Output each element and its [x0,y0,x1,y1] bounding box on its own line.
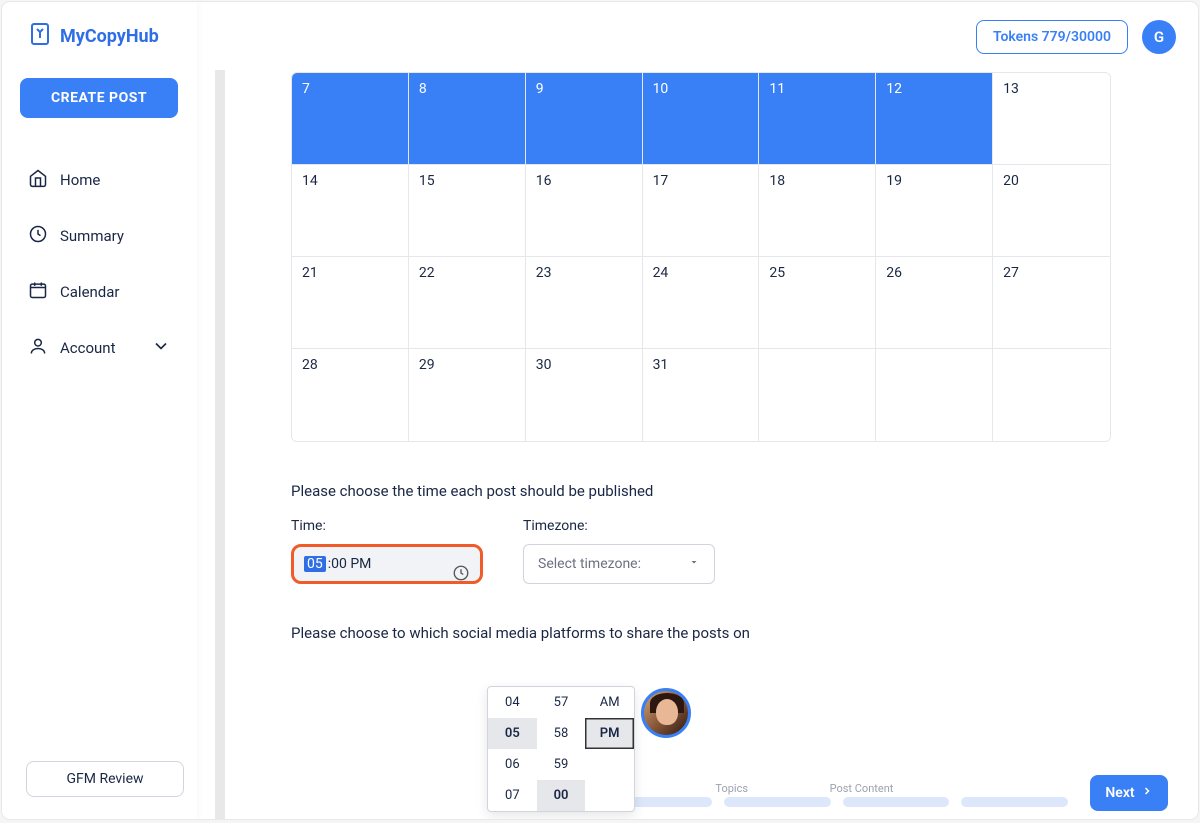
next-button-label: Next [1105,785,1134,801]
step-label [944,782,1058,795]
logo-icon [28,22,52,50]
time-rest: :00 PM [328,556,372,572]
tp-minute[interactable]: 00 [537,780,586,811]
calendar-grid: 78910111213 14151617181920 21222324252627 2… [291,72,1111,442]
calendar-day[interactable] [876,349,993,441]
tp-meridiem [585,749,634,780]
calendar-day[interactable] [993,349,1110,441]
calendar-day[interactable]: 12 [876,73,993,165]
tp-minute[interactable]: 57 [537,687,586,718]
calendar-day[interactable]: 23 [526,257,643,349]
user-avatar-badge[interactable]: G [1142,20,1176,54]
tp-hour[interactable]: 04 [488,687,537,718]
calendar-day[interactable]: 20 [993,165,1110,257]
summary-icon [28,224,48,248]
tp-hour[interactable]: 07 [488,780,537,811]
sidebar-item-label: Calendar [60,283,120,301]
tp-meridiem[interactable]: PM [585,718,634,749]
timezone-label: Timezone: [523,518,715,534]
tp-minute[interactable]: 59 [537,749,586,780]
calendar-day[interactable]: 7 [292,73,409,165]
calendar-day[interactable]: 11 [759,73,876,165]
main-content: 78910111213 14151617181920 21222324252627 2… [197,2,1198,819]
sidebar-item-label: Summary [60,227,124,245]
sidebar-item-summary[interactable]: Summary [20,212,179,260]
chevron-down-icon [151,336,171,360]
scroll-track [215,70,225,819]
step-bar [843,797,950,807]
calendar-day[interactable]: 27 [993,257,1110,349]
step-bar [724,797,831,807]
gfm-review-button[interactable]: GFM Review [26,761,184,797]
chevron-right-icon [1141,785,1153,801]
calendar-day[interactable]: 13 [993,73,1110,165]
caret-down-icon [688,556,700,572]
calendar-day[interactable]: 21 [292,257,409,349]
time-prompt: Please choose the time each post should … [291,482,1158,500]
calendar-day[interactable] [759,349,876,441]
account-icon [28,336,48,360]
calendar-day[interactable]: 26 [876,257,993,349]
tp-meridiem[interactable]: AM [585,687,634,718]
calendar-day[interactable]: 9 [526,73,643,165]
calendar-day[interactable]: 30 [526,349,643,441]
sidebar-item-label: Home [60,171,100,189]
logo[interactable]: MyCopyHub [28,22,179,50]
brand-name: MyCopyHub [60,26,159,47]
next-button[interactable]: Next [1090,775,1168,811]
calendar-day[interactable]: 18 [759,165,876,257]
calendar-day[interactable]: 25 [759,257,876,349]
calendar-day[interactable]: 28 [292,349,409,441]
calendar-icon [28,280,48,304]
calendar-day[interactable]: 17 [643,165,760,257]
calendar-day[interactable]: 29 [409,349,526,441]
calendar-day[interactable]: 24 [643,257,760,349]
calendar-day[interactable]: 14 [292,165,409,257]
calendar-day[interactable]: 16 [526,165,643,257]
calendar-day[interactable]: 22 [409,257,526,349]
time-label: Time: [291,518,483,534]
time-picker-popup: 0457AM 0558PM 06590700 [487,686,635,812]
step-bar [961,797,1068,807]
platform-avatar[interactable] [641,688,691,738]
timezone-placeholder: Select timezone: [538,556,641,572]
create-post-button[interactable]: CREATE POST [20,78,178,118]
sidebar-item-home[interactable]: Home [20,156,179,204]
header-right: Tokens 779/30000 G [976,20,1176,54]
tp-hour[interactable]: 05 [488,718,537,749]
calendar-day[interactable]: 31 [643,349,760,441]
step-label: Topics [715,782,829,795]
time-hour-selected: 05 [304,556,326,572]
platforms-prompt: Please choose to which social media plat… [291,624,1158,642]
tokens-badge[interactable]: Tokens 779/30000 [976,20,1128,54]
sidebar: MyCopyHub CREATE POST Home Summary Calen… [2,2,197,819]
sidebar-item-label: Account [60,339,116,357]
tp-hour[interactable]: 06 [488,749,537,780]
calendar-day[interactable]: 15 [409,165,526,257]
calendar-day[interactable]: 8 [409,73,526,165]
tp-minute[interactable]: 58 [537,718,586,749]
sidebar-item-account[interactable]: Account [20,324,179,372]
timezone-select[interactable]: Select timezone: [523,544,715,584]
calendar-day[interactable]: 10 [643,73,760,165]
calendar-day[interactable]: 19 [876,165,993,257]
step-label: Post Content [830,782,944,795]
tp-meridiem [585,780,634,811]
time-input[interactable]: 05 :00 PM [291,544,483,584]
sidebar-item-calendar[interactable]: Calendar [20,268,179,316]
home-icon [28,168,48,192]
